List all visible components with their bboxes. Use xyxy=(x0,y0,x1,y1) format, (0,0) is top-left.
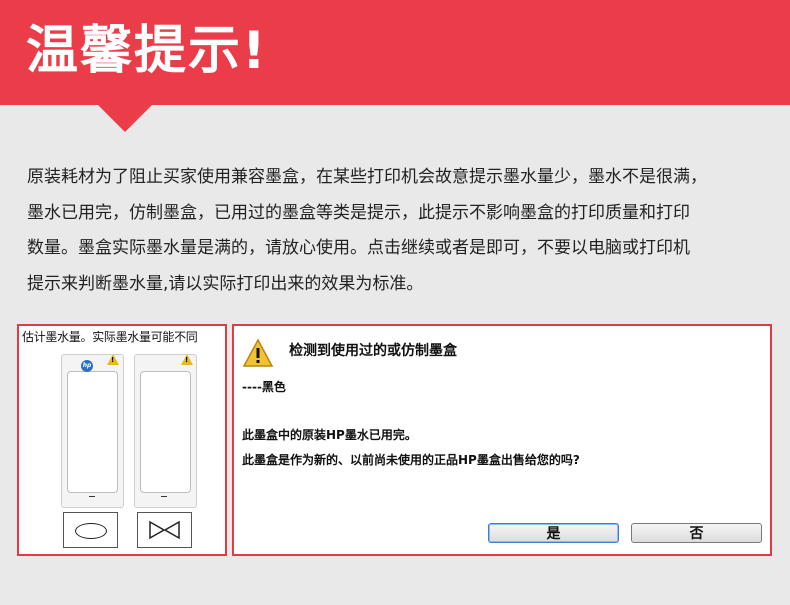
warning-icon xyxy=(242,338,274,367)
hp-logo-icon: hp xyxy=(81,360,93,372)
no-button[interactable]: 否 xyxy=(631,523,762,543)
cartridge-type-box xyxy=(137,512,192,548)
cartridge-panel xyxy=(134,354,197,508)
dialog-message: 此墨盒中的原装HP墨水已用完。 xyxy=(242,428,417,442)
bowtie-icon xyxy=(149,520,180,540)
notice-line: 提示来判断墨水量,请以实际打印出来的效果为标准。 xyxy=(27,273,424,294)
oval-icon xyxy=(75,523,107,539)
cartridge-panel xyxy=(61,354,124,508)
ink-gauge xyxy=(67,371,118,493)
warning-icon: ! xyxy=(181,354,193,365)
notice-line: 原装耗材为了阻止买家使用兼容墨盒，在某些打印机会故意提示墨水量少，墨水不是很满， xyxy=(27,167,707,187)
header-banner: 温馨提示! xyxy=(0,0,790,105)
cartridge-dialog: 检测到使用过的或仿制墨盒 ----黑色 此墨盒中的原装HP墨水已用完。 此墨盒是… xyxy=(232,324,772,556)
dialog-title: 检测到使用过的或仿制墨盒 xyxy=(289,343,457,359)
dialog-question: 此墨盒是作为新的、以前尚未使用的正品HP墨盒出售给您的吗? xyxy=(242,453,580,467)
banner-pointer xyxy=(97,104,153,132)
yes-button[interactable]: 是 xyxy=(488,523,619,543)
ink-level-header: 估计墨水量。实际墨水量可能不同 xyxy=(22,330,198,344)
ink-level-value xyxy=(161,496,167,497)
ink-gauge xyxy=(140,371,191,493)
notice-text: 原装耗材为了阻止买家使用兼容墨盒，在某些打印机会故意提示墨水量少，墨水不是很满，… xyxy=(27,160,777,302)
cartridge-type-box xyxy=(63,512,118,548)
ink-level-panel: 估计墨水量。实际墨水量可能不同 hp ! ! xyxy=(17,324,227,556)
color-line: ----黑色 xyxy=(242,380,286,394)
ink-level-value xyxy=(89,496,95,497)
notice-line: 数量。墨盒实际墨水量是满的，请放心使用。点击继续或者是即可，不要以电脑或打印机 xyxy=(27,238,690,258)
warning-icon: ! xyxy=(107,354,119,365)
notice-line: 墨水已用完，仿制墨盒，已用过的墨盒等类是提示，此提示不影响墨盒的打印质量和打印 xyxy=(27,202,690,223)
page-title: 温馨提示! xyxy=(26,21,268,81)
